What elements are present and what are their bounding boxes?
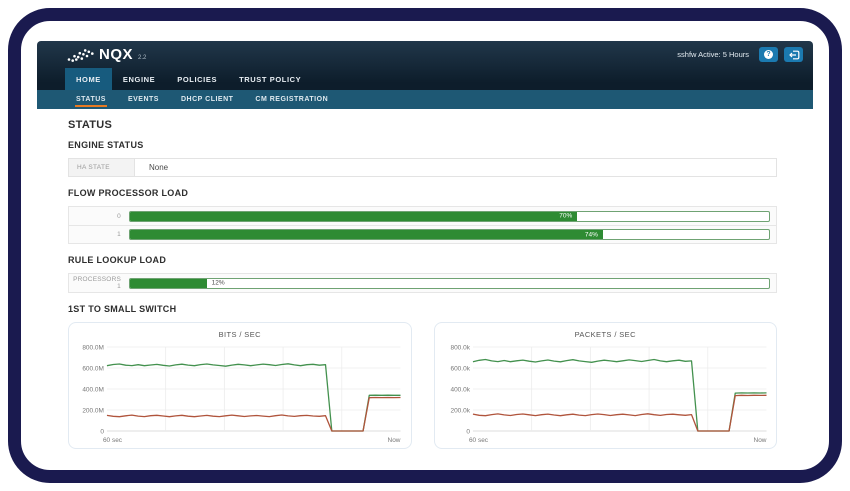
page-title: STATUS [68, 119, 113, 131]
bits-per-sec-chart-panel: BITS / SEC 0 200.0M 400.0M 600.0M 800.0M 60 s… [68, 322, 412, 449]
nqx-app-window: NQX 2.2 sshfw Active: 5 Hours ? HOME ENG… [37, 41, 813, 449]
ha-state-value: None [149, 163, 169, 172]
ha-state-row: HA STATE None [68, 158, 777, 177]
subnav-item-dhcp-client[interactable]: DHCP CLIENT [170, 90, 244, 109]
flow-processor-row-0: 0 70% [69, 207, 776, 225]
svg-text:Now: Now [388, 437, 401, 444]
rule-lookup-load-heading: RULE LOOKUP LOAD [68, 255, 167, 265]
packets-per-sec-chart: 0 200.0k 400.0k 600.0k 800.0k 60 sec Now [450, 344, 766, 444]
processor-label: 1 [117, 231, 121, 238]
app-header: NQX 2.2 sshfw Active: 5 Hours ? HOME ENG… [37, 41, 813, 90]
nav-item-trust-policy[interactable]: TRUST POLICY [228, 68, 312, 90]
progress-track: 70% [129, 210, 770, 222]
svg-text:200.0k: 200.0k [450, 407, 470, 414]
subnav-item-status[interactable]: STATUS [65, 90, 117, 109]
svg-text:400.0M: 400.0M [82, 386, 104, 393]
svg-text:200.0M: 200.0M [82, 407, 104, 414]
packets-per-sec-chart-panel: PACKETS / SEC 0 200.0k 400.0k 600.0k 800.0k 6… [433, 322, 777, 449]
flow-processor-load-table: 0 70% 1 74% [68, 206, 777, 244]
svg-text:60 sec: 60 sec [103, 437, 123, 444]
nav-item-home[interactable]: HOME [65, 68, 112, 90]
main-nav: HOME ENGINE POLICIES TRUST POLICY [37, 68, 813, 90]
svg-text:0: 0 [100, 428, 104, 435]
switch-section-heading: 1ST TO SMALL SWITCH [68, 304, 177, 314]
nav-item-engine[interactable]: ENGINE [112, 68, 166, 90]
rule-lookup-row: PROCESSORS 1 12% [69, 274, 776, 292]
svg-text:0: 0 [466, 428, 470, 435]
chart-title-bits: BITS / SEC [218, 330, 261, 339]
nqx-logo-dots-icon [67, 48, 94, 62]
screenshot-stage: NQX 2.2 sshfw Active: 5 Hours ? HOME ENG… [0, 0, 850, 491]
svg-text:Now: Now [753, 437, 766, 444]
progress-fill: 74% [130, 230, 603, 239]
session-status-text: sshfw Active: 5 Hours [677, 50, 749, 59]
page-content: STATUS ENGINE STATUS HA STATE None FLOW … [37, 109, 813, 449]
subnav-item-cm-registration[interactable]: CM REGISTRATION [244, 90, 339, 109]
svg-text:60 sec: 60 sec [468, 437, 488, 444]
svg-text:600.0k: 600.0k [450, 365, 470, 372]
question-mark-icon: ? [764, 50, 773, 59]
ha-state-label: HA STATE [69, 159, 135, 176]
svg-text:800.0k: 800.0k [450, 344, 470, 351]
help-button[interactable]: ? [759, 47, 778, 62]
nav-item-policies[interactable]: POLICIES [166, 68, 228, 90]
progress-fill: 12% [130, 278, 225, 288]
nqx-logo: NQX 2.2 [67, 45, 147, 63]
flow-processor-row-1: 1 74% [69, 225, 776, 243]
logo-text: NQX [99, 45, 134, 63]
logout-icon [788, 50, 799, 59]
bits-per-sec-chart: 0 200.0M 400.0M 600.0M 800.0M 60 sec Now [82, 344, 401, 444]
svg-text:800.0M: 800.0M [82, 344, 104, 351]
progress-label: 70% [559, 212, 573, 220]
logout-button[interactable] [784, 47, 803, 62]
chart-title-packets: PACKETS / SEC [574, 330, 636, 339]
rule-lookup-load-table: PROCESSORS 1 12% [68, 273, 777, 293]
processor-label: PROCESSORS 1 [73, 276, 121, 290]
svg-text:600.0M: 600.0M [82, 365, 104, 372]
engine-status-heading: ENGINE STATUS [68, 140, 144, 150]
progress-track: 74% [129, 229, 770, 240]
svg-text:400.0k: 400.0k [450, 386, 470, 393]
subnav-item-events[interactable]: EVENTS [117, 90, 170, 109]
sub-nav: STATUS EVENTS DHCP CLIENT CM REGISTRATIO… [37, 90, 813, 109]
progress-fill: 70% [130, 211, 578, 221]
progress-track: 12% [129, 277, 770, 289]
progress-label: 74% [584, 231, 598, 238]
logo-version: 2.2 [138, 54, 147, 61]
charts-row: BITS / SEC 0 200.0M 400.0M 600.0M 800.0M 60 s… [68, 322, 777, 449]
processor-label: 0 [117, 212, 121, 220]
progress-label: 12% [211, 279, 225, 287]
flow-processor-load-heading: FLOW PROCESSOR LOAD [68, 188, 189, 198]
